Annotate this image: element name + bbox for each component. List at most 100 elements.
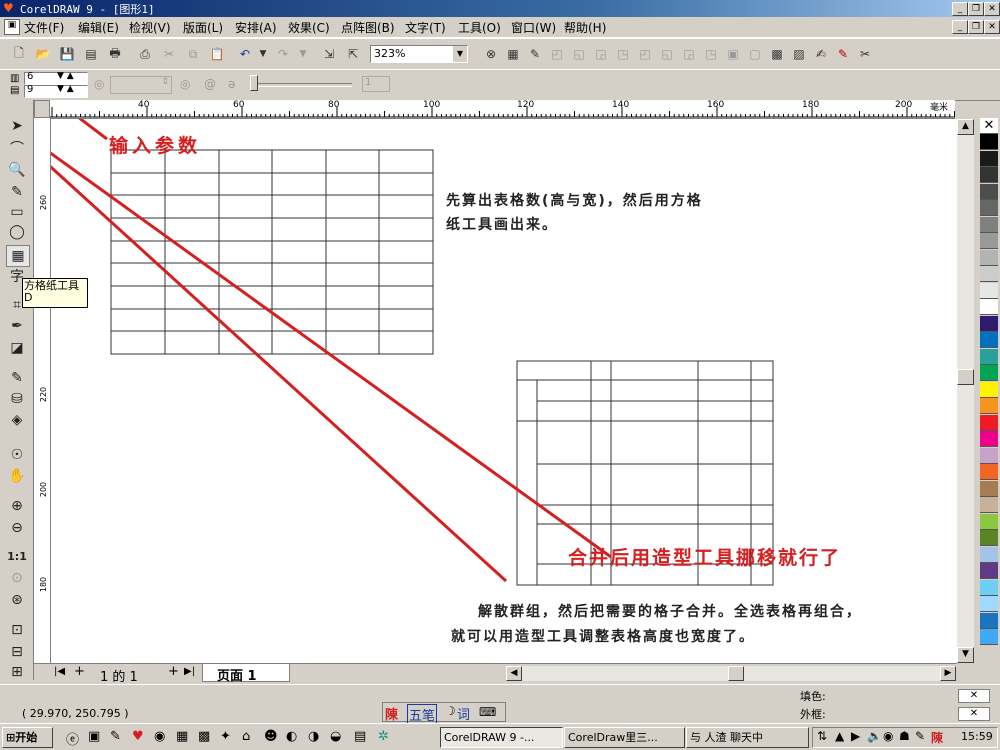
quicklaunch-app2-icon[interactable]: ▦ xyxy=(176,729,188,744)
color-swatch[interactable] xyxy=(980,200,998,216)
symmetric-spiral-icon[interactable]: ◎ xyxy=(180,77,190,91)
scroll-up-icon[interactable]: ▲ xyxy=(957,119,974,135)
symbol-docker-icon[interactable]: ▨ xyxy=(790,45,808,63)
expansion-slider-thumb[interactable] xyxy=(250,75,258,91)
quicklaunch-home-icon[interactable]: ⌂ xyxy=(242,729,250,744)
options-icon[interactable]: ✂ xyxy=(856,45,874,63)
horizontal-scrollbar[interactable]: ◀ ▶ xyxy=(506,666,956,681)
rows-spin-icon[interactable]: ▼ ▲ xyxy=(57,84,74,94)
menu-edit[interactable]: 编辑(E) xyxy=(78,19,119,36)
print-icon[interactable]: 🖶 xyxy=(106,45,124,63)
color-swatch[interactable] xyxy=(980,134,998,150)
zoom-actual-icon[interactable]: 1:1 xyxy=(6,546,28,566)
transform-icon-8[interactable]: ◳ xyxy=(702,45,720,63)
vertical-scrollbar[interactable]: ▲ ▼ xyxy=(957,119,974,663)
restore-button[interactable]: ❐ xyxy=(968,2,984,16)
zoom-out-icon[interactable]: ⊖ xyxy=(6,518,28,538)
fill-tool-icon[interactable]: ⛁ xyxy=(6,389,28,409)
doc-restore-button[interactable]: ❐ xyxy=(968,20,984,34)
scroll-thumb[interactable] xyxy=(957,369,974,385)
quicklaunch-app7-icon[interactable]: ◑ xyxy=(308,729,319,744)
tray-app3-icon[interactable]: ✎ xyxy=(915,729,925,743)
save-all-icon[interactable]: ▤ xyxy=(82,45,100,63)
color-swatch[interactable] xyxy=(980,447,998,464)
transform-icon-4[interactable]: ◳ xyxy=(614,45,632,63)
tray-arrow-icon[interactable]: ▲ xyxy=(835,729,844,743)
task-coreldraw-doc[interactable]: CorelDraw里三... xyxy=(564,727,685,748)
graph-paper-tool-icon[interactable]: ▦ xyxy=(6,245,30,267)
columns-spin-icon[interactable]: ▼ ▲ xyxy=(57,71,74,81)
color-swatch[interactable] xyxy=(980,282,998,299)
menu-tools[interactable]: 工具(O) xyxy=(458,19,501,36)
menu-file[interactable]: 文件(F) xyxy=(24,19,64,36)
view-manager-icon[interactable]: ☉ xyxy=(6,445,28,465)
zoom-in-icon[interactable]: ⊕ xyxy=(6,496,28,516)
color-swatch[interactable] xyxy=(980,233,998,249)
doc-close-button[interactable]: ✕ xyxy=(984,20,1000,34)
corel-tutor-icon[interactable]: ⊗ xyxy=(482,45,500,63)
tray-volume-icon[interactable]: 🔈 xyxy=(867,729,882,743)
shape-tool-icon[interactable]: ⌒ xyxy=(6,138,28,158)
expansion-slider[interactable] xyxy=(252,83,352,87)
tray-ime-icon[interactable]: 陳 xyxy=(931,729,943,746)
ime-moon-icon[interactable]: ☽ xyxy=(445,704,456,718)
tray-play-icon[interactable]: ▶ xyxy=(851,729,860,743)
minimize-button[interactable]: _ xyxy=(952,2,968,16)
zoom-all-icon[interactable]: ⊛ xyxy=(6,590,28,610)
tray-app2-icon[interactable]: ☗ xyxy=(899,729,910,743)
quicklaunch-app3-icon[interactable]: ▩ xyxy=(198,729,210,744)
zoom-dropdown-icon[interactable]: ▼ xyxy=(453,46,467,62)
export-icon[interactable]: ⇱ xyxy=(344,45,362,63)
menu-help[interactable]: 帮助(H) xyxy=(564,19,606,36)
spiral-revolutions-input[interactable]: ⇕ xyxy=(110,76,172,94)
page-tab[interactable]: 页面 1 xyxy=(202,664,290,684)
task-chat[interactable]: 与 人渣 聊天中 xyxy=(686,727,809,748)
application-launcher-icon[interactable]: ▦ xyxy=(504,45,522,63)
pan-icon[interactable]: ✋ xyxy=(6,466,28,486)
quicklaunch-desktop-icon[interactable]: ▣ xyxy=(88,729,100,744)
script-icon[interactable]: ✍ xyxy=(812,45,830,63)
shadow-tool-icon[interactable]: ◪ xyxy=(6,338,28,358)
color-swatch[interactable] xyxy=(980,563,998,579)
object-manager-icon[interactable]: ▩ xyxy=(768,45,786,63)
quicklaunch-app4-icon[interactable]: ✦ xyxy=(220,729,231,744)
task-coreldraw[interactable]: CorelDRAW 9 -... xyxy=(440,727,563,748)
menu-layout[interactable]: 版面(L) xyxy=(183,19,223,36)
menu-bitmaps[interactable]: 点阵图(B) xyxy=(341,19,395,36)
color-swatch[interactable] xyxy=(980,183,998,200)
ruler-origin[interactable] xyxy=(34,100,50,118)
transform-icon-10[interactable]: ▢ xyxy=(746,45,764,63)
color-swatch[interactable] xyxy=(980,249,998,266)
drawing-canvas[interactable]: 输入参数 先算出表格数(高与宽)，然后用方格 纸工具画出来。 合并后用造型工具挪… xyxy=(51,119,957,663)
first-page-icon[interactable]: |◀ xyxy=(54,666,65,677)
color-swatch[interactable] xyxy=(980,398,998,414)
copy-icon[interactable]: ⧉ xyxy=(184,45,202,63)
quicklaunch-app10-icon[interactable]: ✲ xyxy=(378,729,389,744)
transform-icon-6[interactable]: ◱ xyxy=(658,45,676,63)
color-swatch[interactable] xyxy=(980,579,998,596)
color-swatch[interactable] xyxy=(980,348,998,365)
add-page-icon[interactable]: + xyxy=(74,664,85,679)
color-swatch[interactable] xyxy=(980,596,998,612)
color-swatch[interactable] xyxy=(980,546,998,563)
freehand-tool-icon[interactable]: ✎ xyxy=(6,182,28,202)
quicklaunch-app9-icon[interactable]: ▤ xyxy=(354,729,366,744)
tray-network-icon[interactable]: ⇅ xyxy=(817,729,827,743)
outline-swatch[interactable]: ✕ xyxy=(958,707,990,721)
color-swatch[interactable] xyxy=(980,497,998,513)
quicklaunch-corel-icon[interactable]: ♥ xyxy=(132,729,144,744)
zoom-tool-icon[interactable]: 🔍 xyxy=(6,160,28,180)
quicklaunch-app6-icon[interactable]: ◐ xyxy=(286,729,297,744)
color-swatch[interactable] xyxy=(980,150,998,167)
outline-tool-icon[interactable]: ✎ xyxy=(6,368,28,388)
zoom-page-icon[interactable]: ⊡ xyxy=(6,620,28,640)
transform-icon-7[interactable]: ◲ xyxy=(680,45,698,63)
color-swatch[interactable] xyxy=(980,167,998,183)
hscroll-thumb[interactable] xyxy=(728,666,744,681)
color-swatch[interactable] xyxy=(980,216,998,233)
ime-bar[interactable]: 陳 五笔 ☽ 词 ⌨ xyxy=(382,702,506,725)
fill-swatch[interactable]: ✕ xyxy=(958,689,990,703)
color-swatch[interactable] xyxy=(980,530,998,546)
whats-this-icon[interactable]: ✎ xyxy=(526,45,544,63)
color-docker-icon[interactable]: ✎ xyxy=(834,45,852,63)
